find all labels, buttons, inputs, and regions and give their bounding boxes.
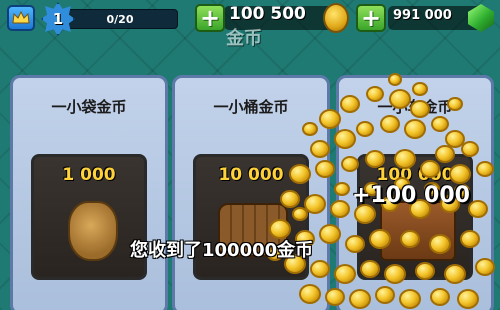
gold-amount: 100 500 bbox=[229, 4, 306, 24]
gold-coin-icon bbox=[323, 3, 349, 33]
offer-title: 一小桶金币 bbox=[213, 98, 289, 116]
gold-cart-icon bbox=[380, 201, 456, 261]
offer-image[interactable]: 100 000 bbox=[357, 154, 473, 280]
level-star-icon: 1 bbox=[41, 2, 75, 36]
offer-title: 一小袋金币 bbox=[51, 98, 127, 116]
gem-amount: 991 000 bbox=[393, 8, 452, 23]
offer-amount: 1 000 bbox=[62, 165, 116, 185]
level-number: 1 bbox=[52, 10, 64, 28]
crown-icon[interactable] bbox=[7, 5, 35, 31]
gold-bag-icon bbox=[68, 201, 118, 261]
reward-amount: +100 000 bbox=[352, 183, 470, 208]
offer-amount: 100 000 bbox=[376, 165, 454, 185]
add-gold-button[interactable]: + bbox=[195, 4, 225, 32]
offer-title: 一小车金币 bbox=[377, 98, 453, 116]
add-gems-button[interactable]: + bbox=[356, 4, 386, 32]
offer-card-small-barrel[interactable]: 一小桶金币 10 000 bbox=[172, 75, 330, 310]
offer-amount: 10 000 bbox=[218, 165, 284, 185]
xp-progress-bar: 0/20 bbox=[62, 9, 178, 29]
received-message: 您收到了100000金币 bbox=[130, 240, 314, 261]
xp-progress-text: 0/20 bbox=[106, 12, 134, 26]
section-header: 金币 bbox=[226, 28, 262, 49]
offer-card-small-bag[interactable]: 一小袋金币 1 000 bbox=[10, 75, 168, 310]
